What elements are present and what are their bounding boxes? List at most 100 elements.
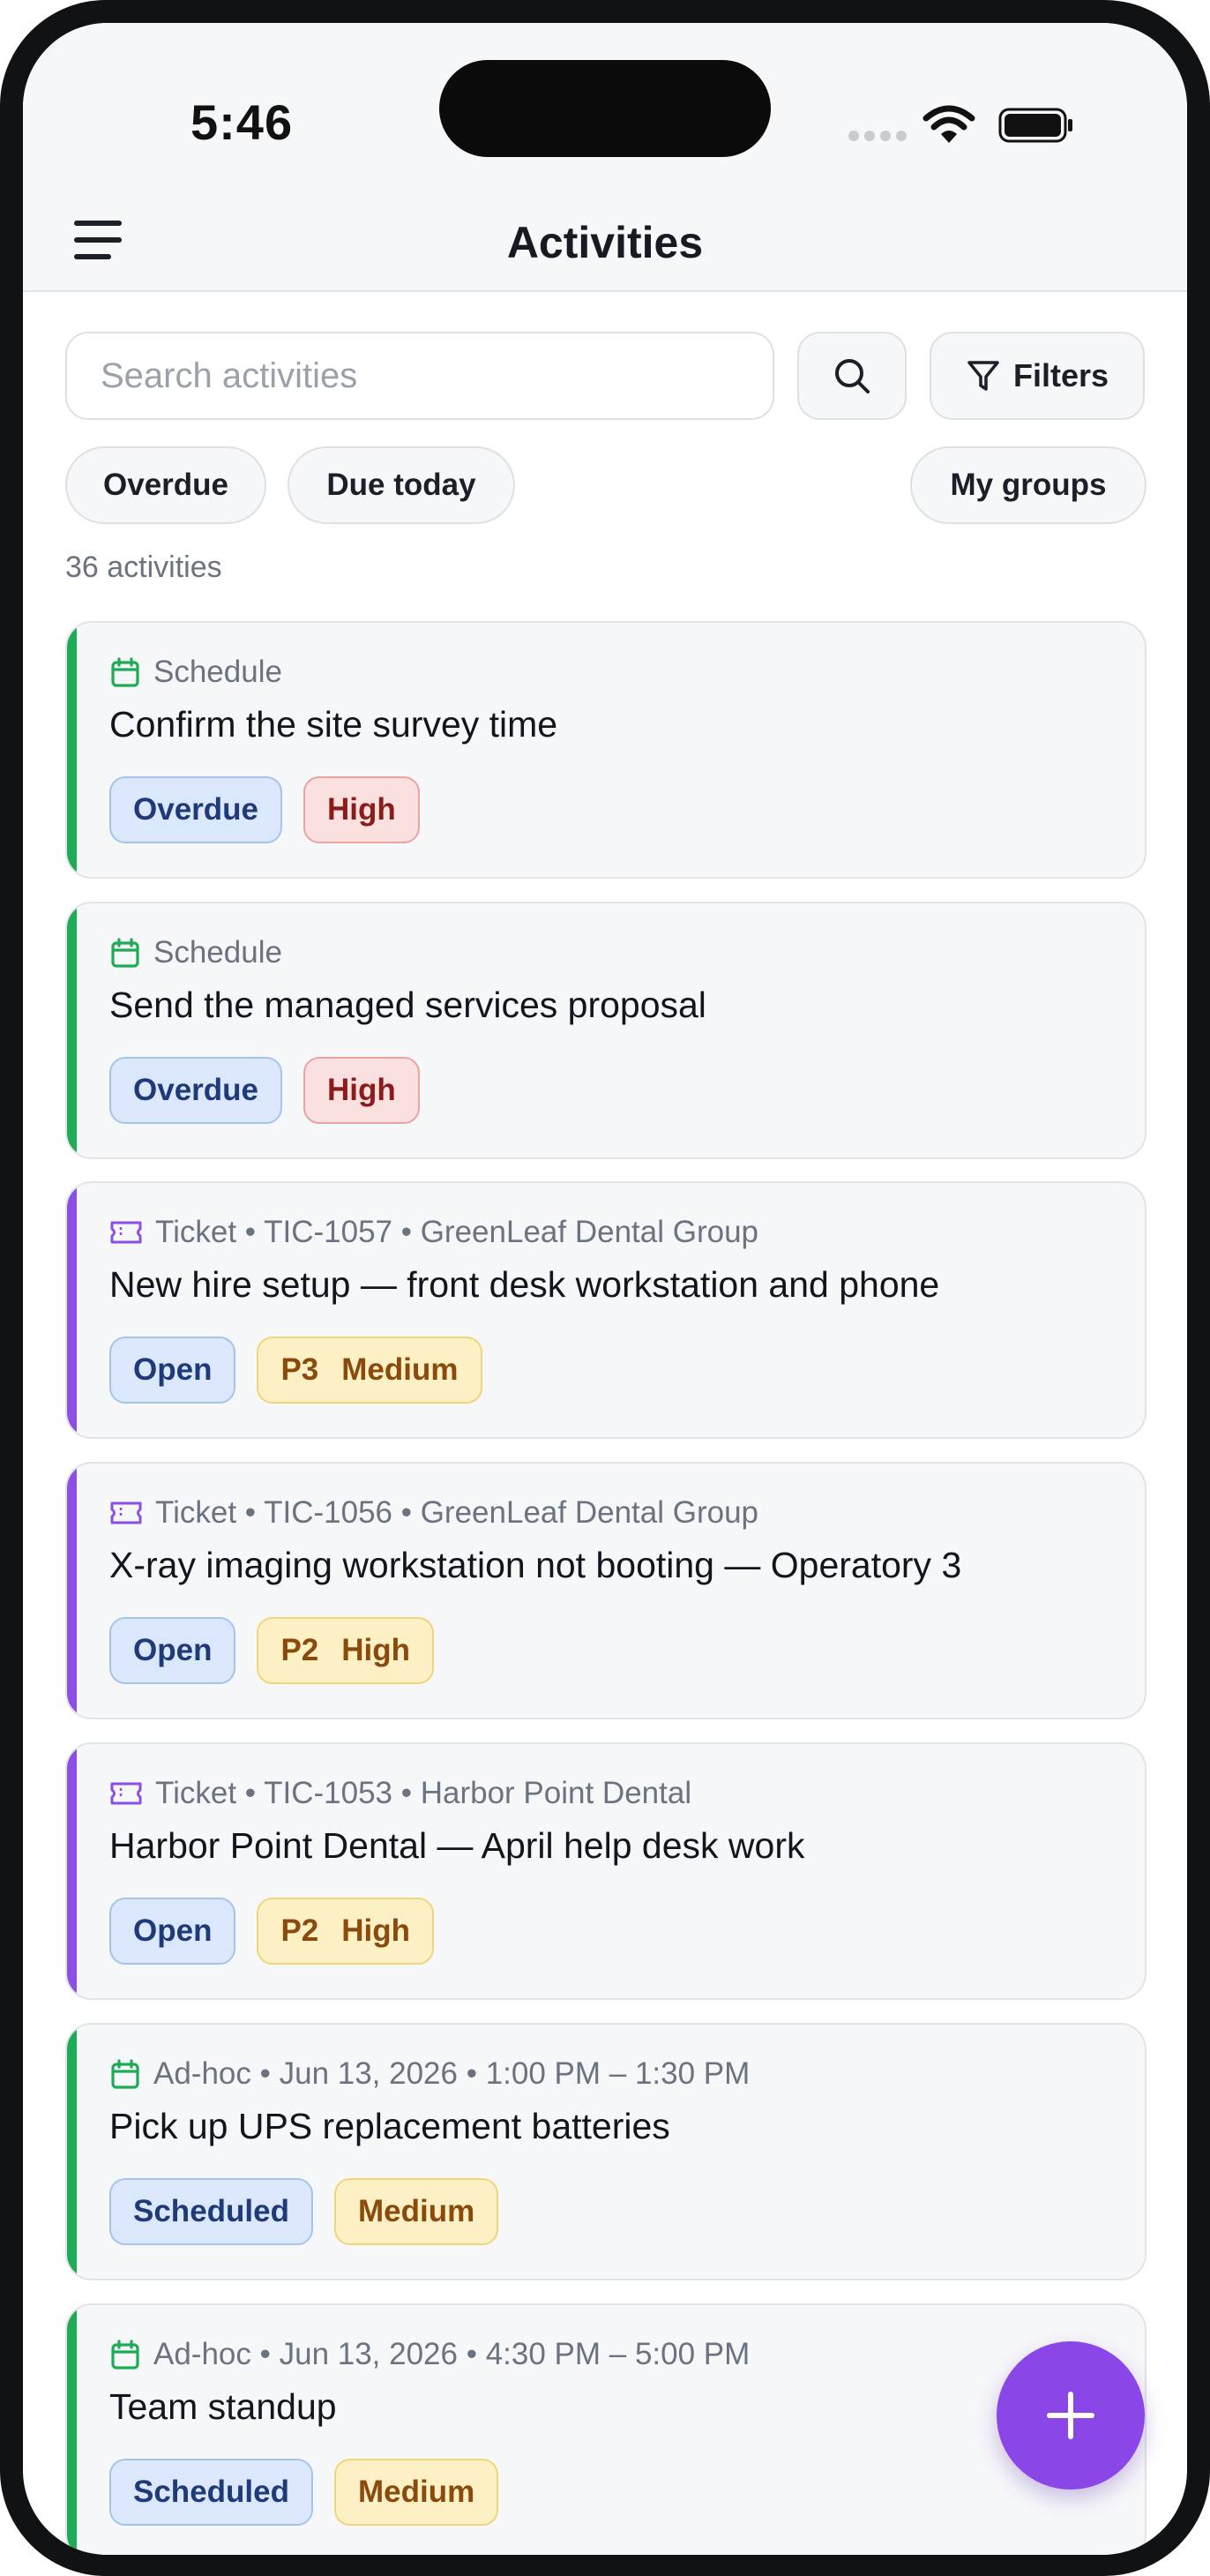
type-stripe <box>67 1464 77 1718</box>
activity-card[interactable]: Ticket • TIC-1056 • GreenLeaf Dental Gro… <box>65 1462 1147 1719</box>
calendar-icon <box>111 657 139 687</box>
activity-card[interactable]: Schedule Confirm the site survey time Over… <box>65 621 1147 879</box>
badge-text: Open <box>133 1352 213 1387</box>
type-stripe <box>67 903 77 1157</box>
calendar-icon <box>111 2340 139 2370</box>
activity-meta: Ticket • TIC-1057 • GreenLeaf Dental Gro… <box>109 1215 758 1250</box>
calendar-icon <box>111 2059 139 2089</box>
badge-amber: P3 Medium <box>257 1337 482 1404</box>
ticket-icon <box>110 1221 142 1244</box>
badge-text-secondary: Medium <box>341 1352 459 1387</box>
badge-row: Overdue High <box>109 776 420 843</box>
activity-meta: Schedule <box>109 935 282 970</box>
dynamic-island <box>439 60 771 157</box>
ticket-icon <box>110 1782 142 1805</box>
activity-title: X-ray imaging workstation not booting — … <box>109 1545 962 1585</box>
badge-text: Scheduled <box>133 2475 289 2509</box>
activity-card[interactable]: Schedule Send the managed services propos… <box>65 902 1147 1159</box>
badge-row: Open P2 High <box>109 1617 435 1684</box>
activity-meta: Ticket • TIC-1053 • Harbor Point Dental <box>109 1776 691 1811</box>
cellular-signal-icon <box>848 131 907 141</box>
badge-text: Open <box>133 1633 213 1667</box>
filters-button[interactable]: Filters <box>930 332 1145 420</box>
badge-blue: Scheduled <box>109 2178 313 2245</box>
activity-meta-text: Ticket • TIC-1056 • GreenLeaf Dental Gro… <box>155 1495 759 1530</box>
badge-text: P2 <box>280 1633 319 1667</box>
badge-text: P2 <box>280 1913 319 1948</box>
activity-meta-text: Schedule <box>153 935 282 970</box>
chip-my-groups[interactable]: My groups <box>910 446 1147 524</box>
badge-blue: Open <box>109 1898 236 1965</box>
plus-icon <box>1047 2392 1094 2439</box>
badge-text: High <box>327 792 396 827</box>
type-stripe <box>67 2025 77 2279</box>
badge-amber: P2 High <box>257 1898 435 1965</box>
badge-blue: Overdue <box>109 776 282 843</box>
badge-row: Open P3 Medium <box>109 1337 482 1404</box>
badge-amber: Medium <box>333 2178 499 2245</box>
activity-count: 36 activities <box>65 550 222 584</box>
activity-title: Pick up UPS replacement batteries <box>109 2106 670 2146</box>
type-stripe <box>67 2305 77 2555</box>
badge-row: Open P2 High <box>109 1898 435 1965</box>
activity-meta: Ad-hoc • Jun 13, 2026 • 4:30 PM – 5:00 P… <box>109 2337 750 2372</box>
toolbar: Filters <box>65 332 1147 423</box>
badge-blue: Overdue <box>109 1057 282 1124</box>
badge-text: Medium <box>357 2194 475 2228</box>
search-input[interactable] <box>65 332 774 420</box>
filters-label: Filters <box>1012 357 1109 393</box>
search-button[interactable] <box>797 332 907 420</box>
wifi-icon <box>922 105 975 143</box>
badge-blue: Open <box>109 1617 236 1684</box>
badge-text: Medium <box>357 2475 475 2509</box>
type-stripe <box>67 1183 77 1437</box>
page-title: Activities <box>506 218 704 267</box>
activity-meta-text: Ad-hoc • Jun 13, 2026 • 1:00 PM – 1:30 P… <box>153 2056 751 2091</box>
badge-text: Scheduled <box>133 2194 289 2228</box>
type-stripe <box>67 1744 77 1998</box>
badge-blue: Open <box>109 1337 236 1404</box>
activity-meta-text: Ticket • TIC-1057 • GreenLeaf Dental Gro… <box>155 1215 759 1249</box>
activity-title: New hire setup — front desk workstation … <box>109 1264 940 1305</box>
activity-meta-text: Ticket • TIC-1053 • Harbor Point Dental <box>155 1776 692 1810</box>
badge-text-secondary: High <box>341 1913 411 1948</box>
badge-amber: Medium <box>333 2459 499 2526</box>
badge-text: High <box>327 1073 396 1107</box>
badge-text: Overdue <box>133 792 258 827</box>
badge-red: High <box>303 776 420 843</box>
badge-row: Overdue High <box>109 1057 420 1124</box>
badge-text: P3 <box>280 1352 319 1387</box>
badge-row: Scheduled Medium <box>109 2459 499 2526</box>
search-icon <box>835 359 870 393</box>
activity-title: Harbor Point Dental — April help desk wo… <box>109 1825 805 1866</box>
status-bar: 5:46 <box>23 23 1187 173</box>
activity-meta: Ticket • TIC-1056 • GreenLeaf Dental Gro… <box>109 1495 758 1531</box>
activity-meta: Ad-hoc • Jun 13, 2026 • 1:00 PM – 1:30 P… <box>109 2056 750 2092</box>
badge-amber: P2 High <box>257 1617 435 1684</box>
activity-card[interactable]: Ticket • TIC-1053 • Harbor Point Dental H… <box>65 1742 1147 2000</box>
app-bar: Activities <box>23 173 1187 292</box>
add-activity-button[interactable] <box>997 2341 1145 2490</box>
activity-card[interactable]: Ad-hoc • Jun 13, 2026 • 4:30 PM – 5:00 P… <box>65 2303 1147 2555</box>
filter-icon <box>967 361 999 391</box>
badge-row: Scheduled Medium <box>109 2178 499 2245</box>
activity-card[interactable]: Ad-hoc • Jun 13, 2026 • 1:00 PM – 1:30 P… <box>65 2023 1147 2280</box>
badge-blue: Scheduled <box>109 2459 313 2526</box>
chip-overdue[interactable]: Overdue <box>65 446 266 524</box>
battery-icon <box>998 108 1072 143</box>
activity-card[interactable]: Ticket • TIC-1057 • GreenLeaf Dental Gro… <box>65 1181 1147 1439</box>
badge-text-secondary: High <box>341 1633 411 1667</box>
activity-meta: Schedule <box>109 655 282 690</box>
ticket-icon <box>110 1501 142 1524</box>
device-frame: 5:46 Activities Search activities Filter… <box>0 0 1210 2576</box>
app-screen: 5:46 Activities Search activities Filter… <box>23 23 1187 2555</box>
activity-title: Confirm the site survey time <box>109 704 558 745</box>
activity-title: Send the managed services proposal <box>109 985 706 1025</box>
badge-red: High <box>303 1057 420 1124</box>
badge-text: Open <box>133 1913 213 1948</box>
activity-meta-text: Ad-hoc • Jun 13, 2026 • 4:30 PM – 5:00 P… <box>153 2337 751 2371</box>
badge-text: Overdue <box>133 1073 258 1107</box>
calendar-icon <box>111 938 139 968</box>
type-stripe <box>67 623 77 877</box>
chip-due-today[interactable]: Due today <box>288 446 515 524</box>
